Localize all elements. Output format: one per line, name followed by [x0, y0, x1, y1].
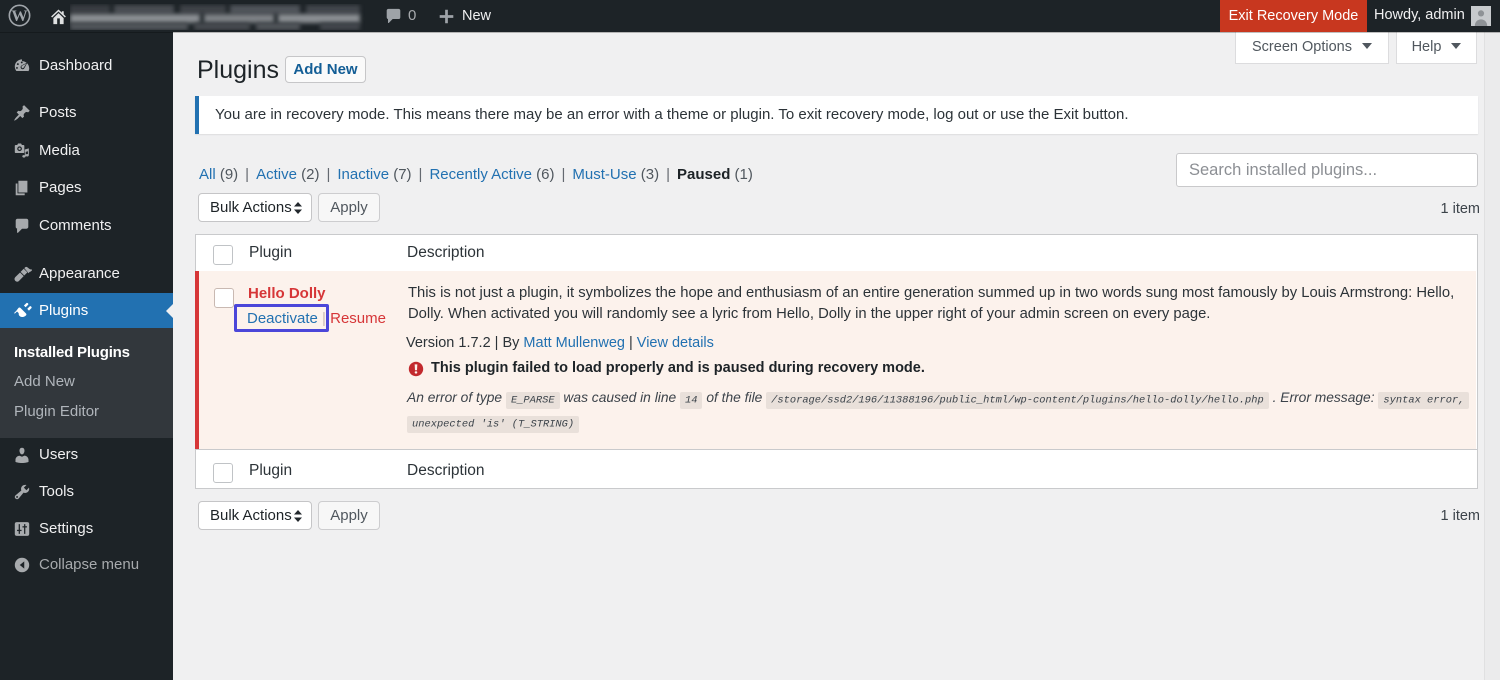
svg-text:W: W — [11, 6, 28, 25]
